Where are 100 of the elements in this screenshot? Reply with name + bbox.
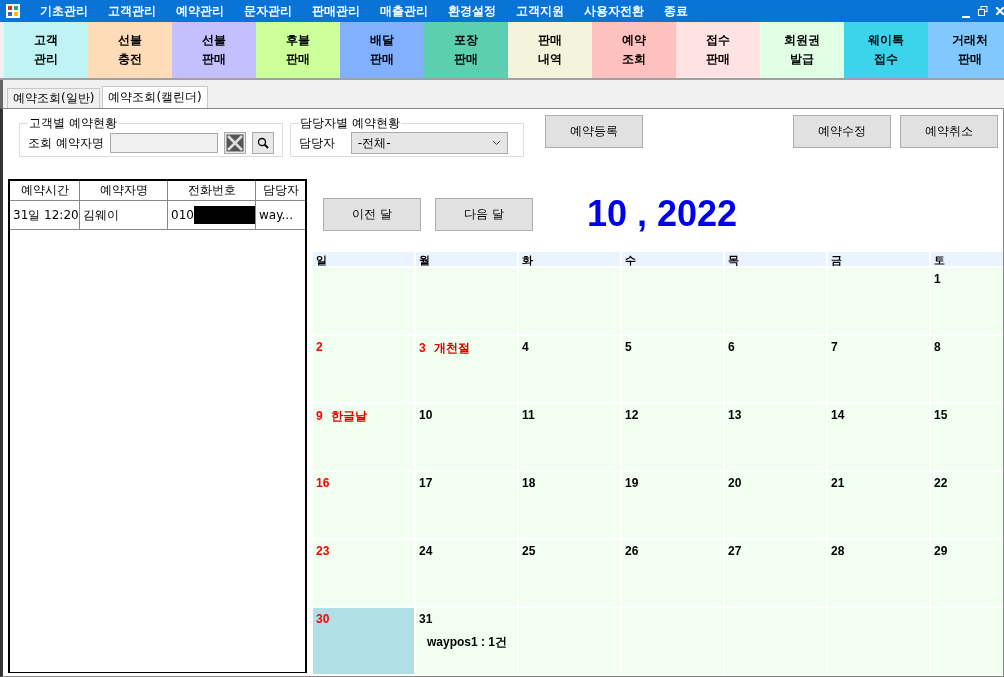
table-cell: 010 <box>171 208 194 222</box>
prev-month-button[interactable]: 이전 달 <box>323 197 421 231</box>
caret-icon <box>491 140 501 146</box>
day-cell[interactable]: 28 <box>828 540 929 606</box>
column-header: 담당자 <box>256 181 305 201</box>
day-number: 15 <box>934 408 948 422</box>
register-button[interactable]: 예약등록 <box>544 115 643 148</box>
day-cell[interactable]: 15 <box>931 404 1003 470</box>
day-cell[interactable]: 23 <box>313 540 414 606</box>
day-cell[interactable]: 27 <box>725 540 826 606</box>
day-number: 25 <box>522 544 536 558</box>
menu-item[interactable]: 매출관리 <box>370 2 438 20</box>
day-cell[interactable]: 20 <box>725 472 826 538</box>
name-field[interactable] <box>109 133 218 153</box>
toolbar-button[interactable]: 접수 판매 <box>676 22 760 78</box>
field-label: 조회 예약자명 <box>28 134 104 152</box>
search-button[interactable] <box>251 132 274 154</box>
day-number: 17 <box>419 476 433 490</box>
holiday-name: 한글날 <box>330 409 367 423</box>
day-number: 18 <box>522 476 536 490</box>
day-cell[interactable] <box>931 608 1003 674</box>
toolbar-button[interactable]: 배달 판매 <box>340 22 424 78</box>
menu-item[interactable]: 고객지원 <box>506 2 574 20</box>
toolbar-button[interactable]: 판매 내역 <box>508 22 592 78</box>
toolbar-button[interactable]: 포장 판매 <box>424 22 508 78</box>
column-header: 예약자명 <box>80 181 168 201</box>
day-number: 12 <box>625 408 639 422</box>
day-cell[interactable]: 4 <box>519 336 620 402</box>
day-number: 2 <box>316 340 323 354</box>
menu-item[interactable]: 판매관리 <box>302 2 370 20</box>
reservation-count: waypos1 : 1건 <box>427 634 509 651</box>
day-cell[interactable]: 3 개천절 <box>416 336 517 402</box>
menu-item[interactable]: 예약관리 <box>166 2 234 20</box>
toolbar-button[interactable]: 선불 충전 <box>88 22 172 78</box>
day-number: 19 <box>625 476 639 490</box>
day-number: 3 <box>419 341 426 355</box>
day-cell[interactable]: 25 <box>519 540 620 606</box>
weekday-header: 화 <box>519 252 620 266</box>
staff-dropdown[interactable]: -전체- <box>350 132 508 154</box>
day-cell[interactable]: 1 <box>931 268 1003 334</box>
day-number: 14 <box>831 408 845 422</box>
restore-icon[interactable] <box>978 6 988 16</box>
day-cell[interactable]: 19 <box>622 472 723 538</box>
menu-item[interactable]: 종료 <box>654 2 698 20</box>
edit-button[interactable]: 예약수정 <box>793 115 891 148</box>
toolbar-button[interactable]: 선불 판매 <box>172 22 256 78</box>
search-icon <box>256 137 269 149</box>
toolbar-button[interactable]: 고객 관리 <box>4 22 88 78</box>
day-cell[interactable]: 8 <box>931 336 1003 402</box>
column-header: 예약시간 <box>10 181 80 201</box>
day-number: 9 <box>316 409 323 423</box>
holiday-name: 개천절 <box>433 341 470 355</box>
day-cell[interactable]: 18 <box>519 472 620 538</box>
menu-item[interactable]: 사용자전환 <box>574 2 654 20</box>
day-cell[interactable]: 9 한글날 <box>313 404 414 470</box>
day-number: 11 <box>522 408 535 422</box>
table-cell: 김웨이 <box>83 206 119 224</box>
weekday-header: 토 <box>931 252 1003 266</box>
menu-item[interactable]: 고객관리 <box>98 2 166 20</box>
day-cell[interactable]: 10 <box>416 404 517 470</box>
toolbar-button[interactable]: 예약 조회 <box>592 22 676 78</box>
day-cell[interactable]: 6 <box>725 336 826 402</box>
day-cell[interactable]: 7 <box>828 336 929 402</box>
clear-button[interactable] <box>223 132 246 154</box>
toolbar-button[interactable]: 웨이톡 접수 <box>844 22 928 78</box>
day-number: 28 <box>831 544 845 558</box>
day-cell[interactable]: 16 <box>313 472 414 538</box>
day-cell[interactable]: 5 <box>622 336 723 402</box>
tab[interactable]: 예약조회(캘린더) <box>102 86 208 108</box>
close-icon[interactable] <box>996 7 1004 15</box>
toolbar-button[interactable]: 회원권 발급 <box>760 22 844 78</box>
day-cell[interactable]: 11 <box>519 404 620 470</box>
day-cell[interactable]: 17 <box>416 472 517 538</box>
next-month-button[interactable]: 다음 달 <box>435 197 533 231</box>
menu-item[interactable]: 문자관리 <box>234 2 302 20</box>
tab[interactable]: 예약조회(일반) <box>7 88 101 108</box>
toolbar-button[interactable]: 후불 판매 <box>256 22 340 78</box>
day-cell[interactable]: 14 <box>828 404 929 470</box>
field-label: 담당자 <box>298 134 335 152</box>
group-title: 고객별 예약현황 <box>28 115 118 132</box>
day-cell[interactable]: 21 <box>828 472 929 538</box>
day-number: 22 <box>934 476 948 490</box>
cancel-button[interactable]: 예약취소 <box>900 115 998 148</box>
weekday-header: 수 <box>622 252 723 266</box>
day-number: 31 <box>419 612 433 626</box>
day-cell[interactable]: 26 <box>622 540 723 606</box>
day-cell[interactable]: 31 waypos1 : 1건 <box>416 608 517 674</box>
menu-item[interactable]: 환경설정 <box>438 2 506 20</box>
weekday-header: 월 <box>416 252 517 266</box>
weekday-header: 일 <box>313 252 414 266</box>
day-number: 1 <box>934 272 941 286</box>
day-cell[interactable]: 12 <box>622 404 723 470</box>
day-cell[interactable]: 24 <box>416 540 517 606</box>
day-cell[interactable]: 2 <box>313 336 414 402</box>
day-cell[interactable]: 29 <box>931 540 1003 606</box>
day-cell[interactable]: 13 <box>725 404 826 470</box>
day-cell[interactable]: 22 <box>931 472 1003 538</box>
day-number: 24 <box>419 544 433 558</box>
toolbar-button[interactable]: 거래처 판매 <box>928 22 1004 78</box>
menu-item[interactable]: 기초관리 <box>30 2 98 20</box>
